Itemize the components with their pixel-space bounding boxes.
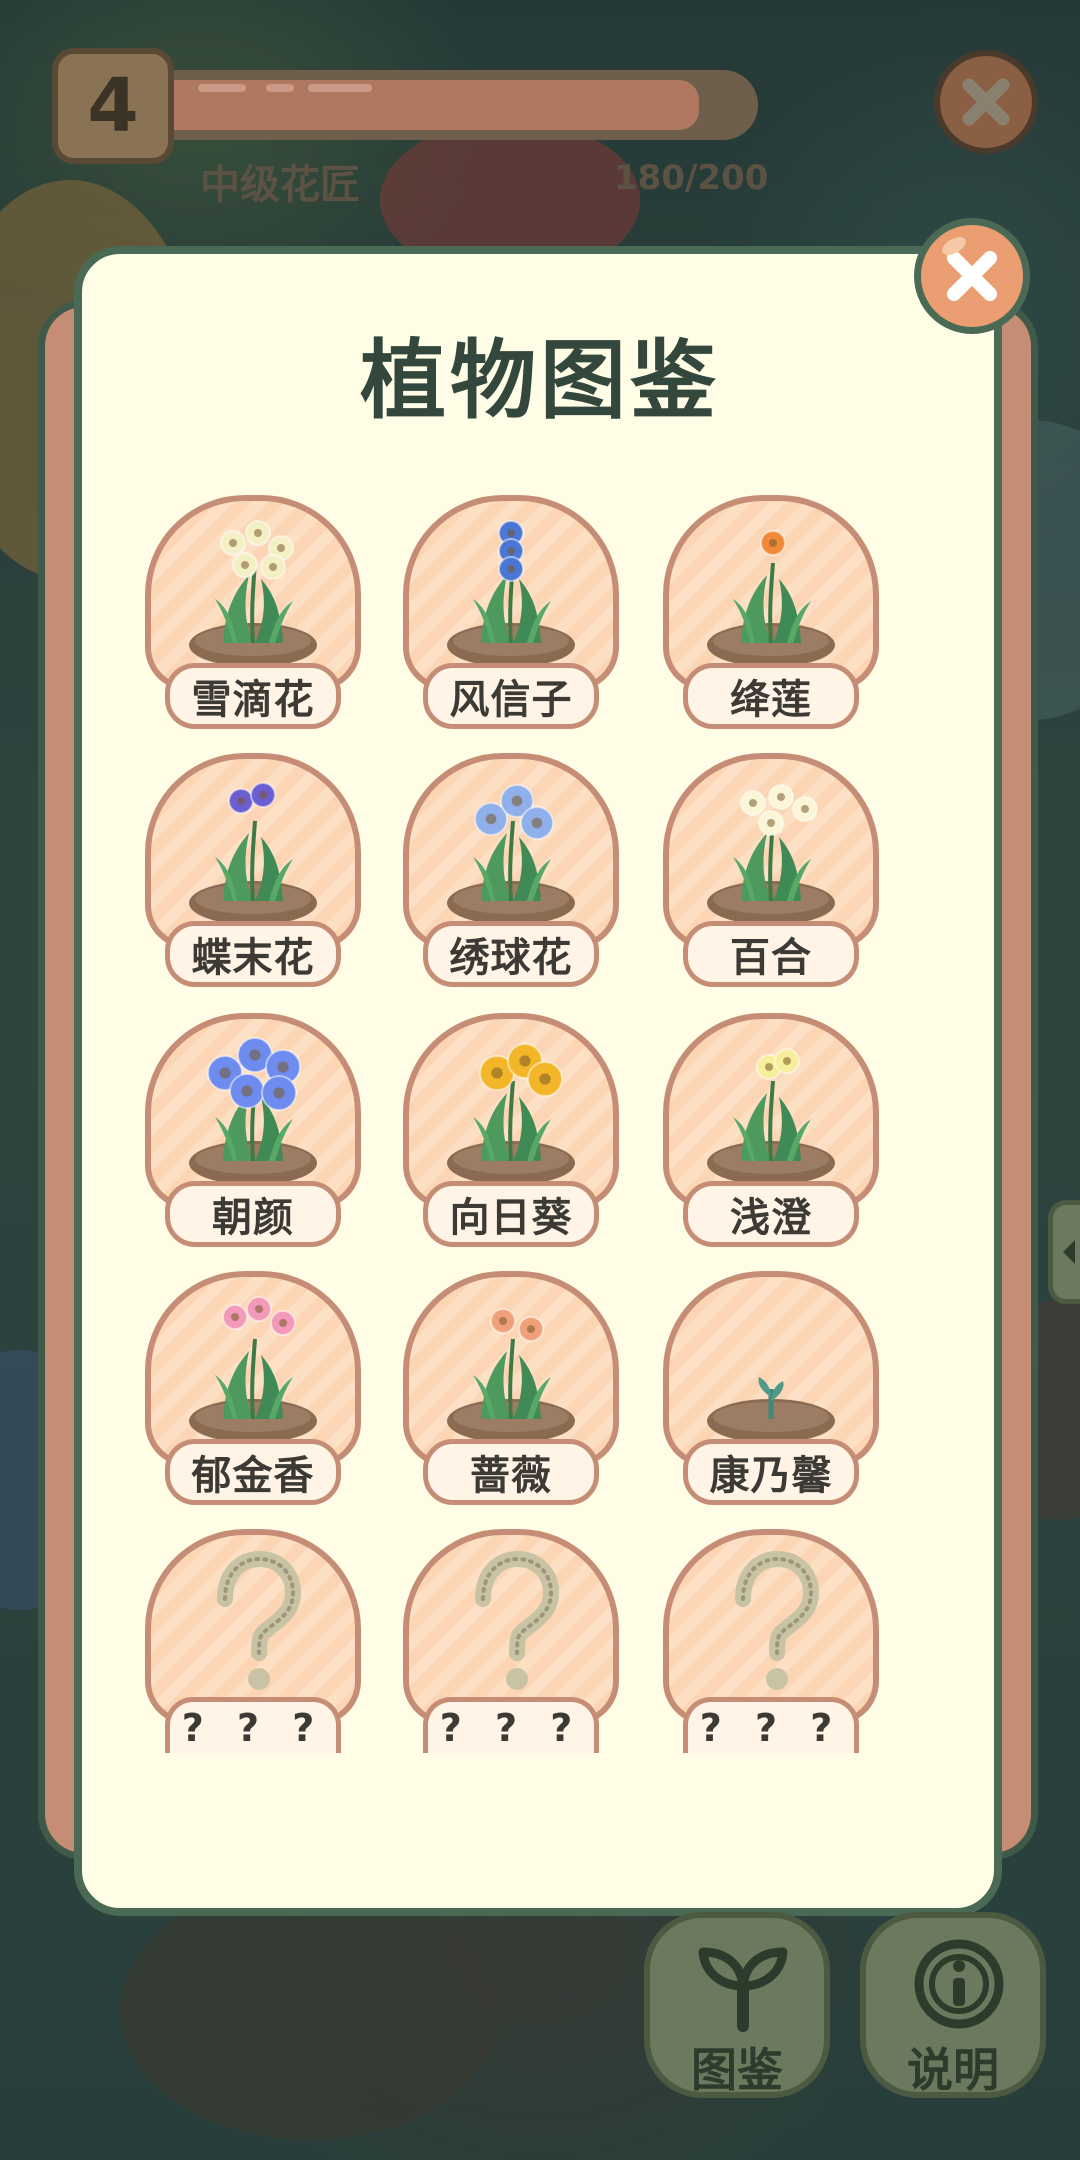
plant-card[interactable]: 雪滴花 — [145, 495, 361, 731]
plant-card[interactable]: 绛莲 — [663, 495, 879, 731]
question-mark-icon — [163, 1537, 343, 1707]
plant-name-label: 百合 — [683, 921, 859, 987]
plant-name-label: 浅澄 — [683, 1181, 859, 1247]
plant-image — [681, 1021, 861, 1191]
xp-counter: 180/200 — [614, 158, 769, 198]
plant-card[interactable]: 蝶末花 — [145, 753, 361, 989]
plant-name-label: 康乃馨 — [683, 1439, 859, 1505]
collection-button-label: 图鉴 — [691, 2043, 783, 2097]
info-icon — [914, 1939, 1004, 2029]
info-button-label: 说明 — [907, 2043, 999, 2097]
sprout-icon — [698, 1947, 788, 2032]
plant-card[interactable]: 郁金香 — [145, 1271, 361, 1507]
plant-image — [421, 1279, 601, 1449]
plant-card[interactable]: 向日葵 — [403, 1013, 619, 1249]
close-icon — [962, 78, 1010, 126]
plant-image — [681, 1279, 861, 1449]
plant-card[interactable]: 康乃馨 — [663, 1271, 879, 1507]
plant-name-label: ? ? ? — [683, 1697, 859, 1753]
plant-image — [681, 761, 861, 931]
plant-card[interactable]: 风信子 — [403, 495, 619, 731]
plant-card[interactable]: 绣球花 — [403, 753, 619, 989]
plant-name-label: 向日葵 — [423, 1181, 599, 1247]
plant-image — [163, 503, 343, 673]
locked-plant-card[interactable]: ? ? ? — [663, 1529, 879, 1765]
plant-image — [421, 761, 601, 931]
locked-plant-card[interactable]: ? ? ? — [145, 1529, 361, 1765]
plant-image — [421, 1021, 601, 1191]
side-drawer-tab[interactable] — [1048, 1200, 1080, 1304]
collection-button[interactable]: 图鉴 — [644, 1912, 830, 2098]
plant-name-label: 朝颜 — [165, 1181, 341, 1247]
info-button[interactable]: 说明 — [860, 1912, 1046, 2098]
question-mark-icon — [421, 1537, 601, 1707]
plant-name-label: 蝶末花 — [165, 921, 341, 987]
dialog-close-button[interactable] — [914, 218, 1030, 334]
plant-card[interactable]: 百合 — [663, 753, 879, 989]
plant-name-label: 绛莲 — [683, 663, 859, 729]
plant-image — [421, 503, 601, 673]
plant-image — [163, 1021, 343, 1191]
plant-image — [163, 1279, 343, 1449]
plant-image — [681, 503, 861, 673]
level-number: 4 — [87, 63, 139, 149]
rank-title: 中级花匠 — [200, 162, 360, 208]
plant-name-label: 雪滴花 — [165, 663, 341, 729]
locked-plant-card[interactable]: ? ? ? — [403, 1529, 619, 1765]
question-mark-icon — [681, 1537, 861, 1707]
plant-name-label: ? ? ? — [423, 1697, 599, 1753]
plant-name-label: 绣球花 — [423, 921, 599, 987]
arrow-left-icon — [1063, 1240, 1075, 1264]
xp-progress-fill — [170, 80, 700, 130]
dialog-title: 植物图鉴 — [360, 331, 720, 431]
plant-name-label: ? ? ? — [165, 1697, 341, 1753]
plant-name-label: 风信子 — [423, 663, 599, 729]
level-badge: 4 — [52, 48, 174, 164]
plant-image — [163, 761, 343, 931]
hud-close-button[interactable] — [934, 50, 1038, 154]
plant-card[interactable]: 蔷薇 — [403, 1271, 619, 1507]
xp-progress-bar — [170, 70, 758, 140]
plant-name-label: 郁金香 — [165, 1439, 341, 1505]
plant-card[interactable]: 浅澄 — [663, 1013, 879, 1249]
plant-card[interactable]: 朝颜 — [145, 1013, 361, 1249]
plant-name-label: 蔷薇 — [423, 1439, 599, 1505]
